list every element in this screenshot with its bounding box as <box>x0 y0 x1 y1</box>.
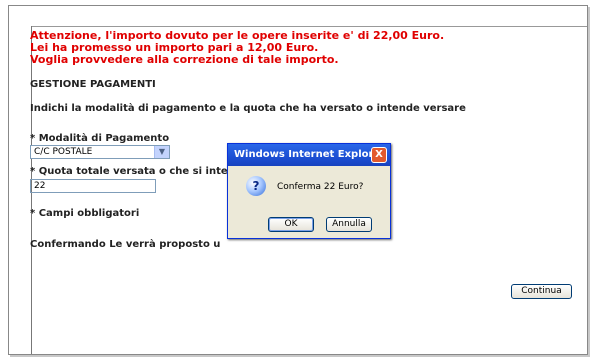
dialog-title: Windows Internet Explorer <box>228 144 390 166</box>
required-fields-note: * Campi obbligatori <box>30 208 140 219</box>
ok-button[interactable]: OK <box>268 217 314 232</box>
warning-message: Attenzione, l'importo dovuto per le oper… <box>30 30 444 66</box>
amount-input[interactable]: 22 <box>30 179 156 193</box>
warning-line-3: Voglia provvedere alla correzione di tal… <box>30 53 339 66</box>
close-icon[interactable]: X <box>371 147 387 163</box>
dialog-message: Conferma 22 Euro? <box>277 182 364 192</box>
cancel-button[interactable]: Annulla <box>326 217 372 232</box>
frame-top-line <box>31 26 587 27</box>
payment-method-label: * Modalità di Pagamento <box>30 133 170 144</box>
question-icon: ? <box>246 176 266 196</box>
payment-method-value: C/C POSTALE <box>34 147 93 157</box>
confirm-info-text: Confermando Le verrà proposto u <box>30 239 221 250</box>
section-title: GESTIONE PAGAMENTI <box>30 79 156 90</box>
instructions-text: Indichi la modalità di pagamento e la qu… <box>30 103 466 114</box>
continue-button[interactable]: Continua <box>511 284 572 299</box>
payment-method-select[interactable]: C/C POSTALE ▼ <box>30 145 170 159</box>
amount-label: * Quota totale versata o che si inte <box>30 166 228 177</box>
confirm-dialog: Windows Internet Explorer X ? Conferma 2… <box>227 143 391 239</box>
chevron-down-icon[interactable]: ▼ <box>154 146 169 158</box>
